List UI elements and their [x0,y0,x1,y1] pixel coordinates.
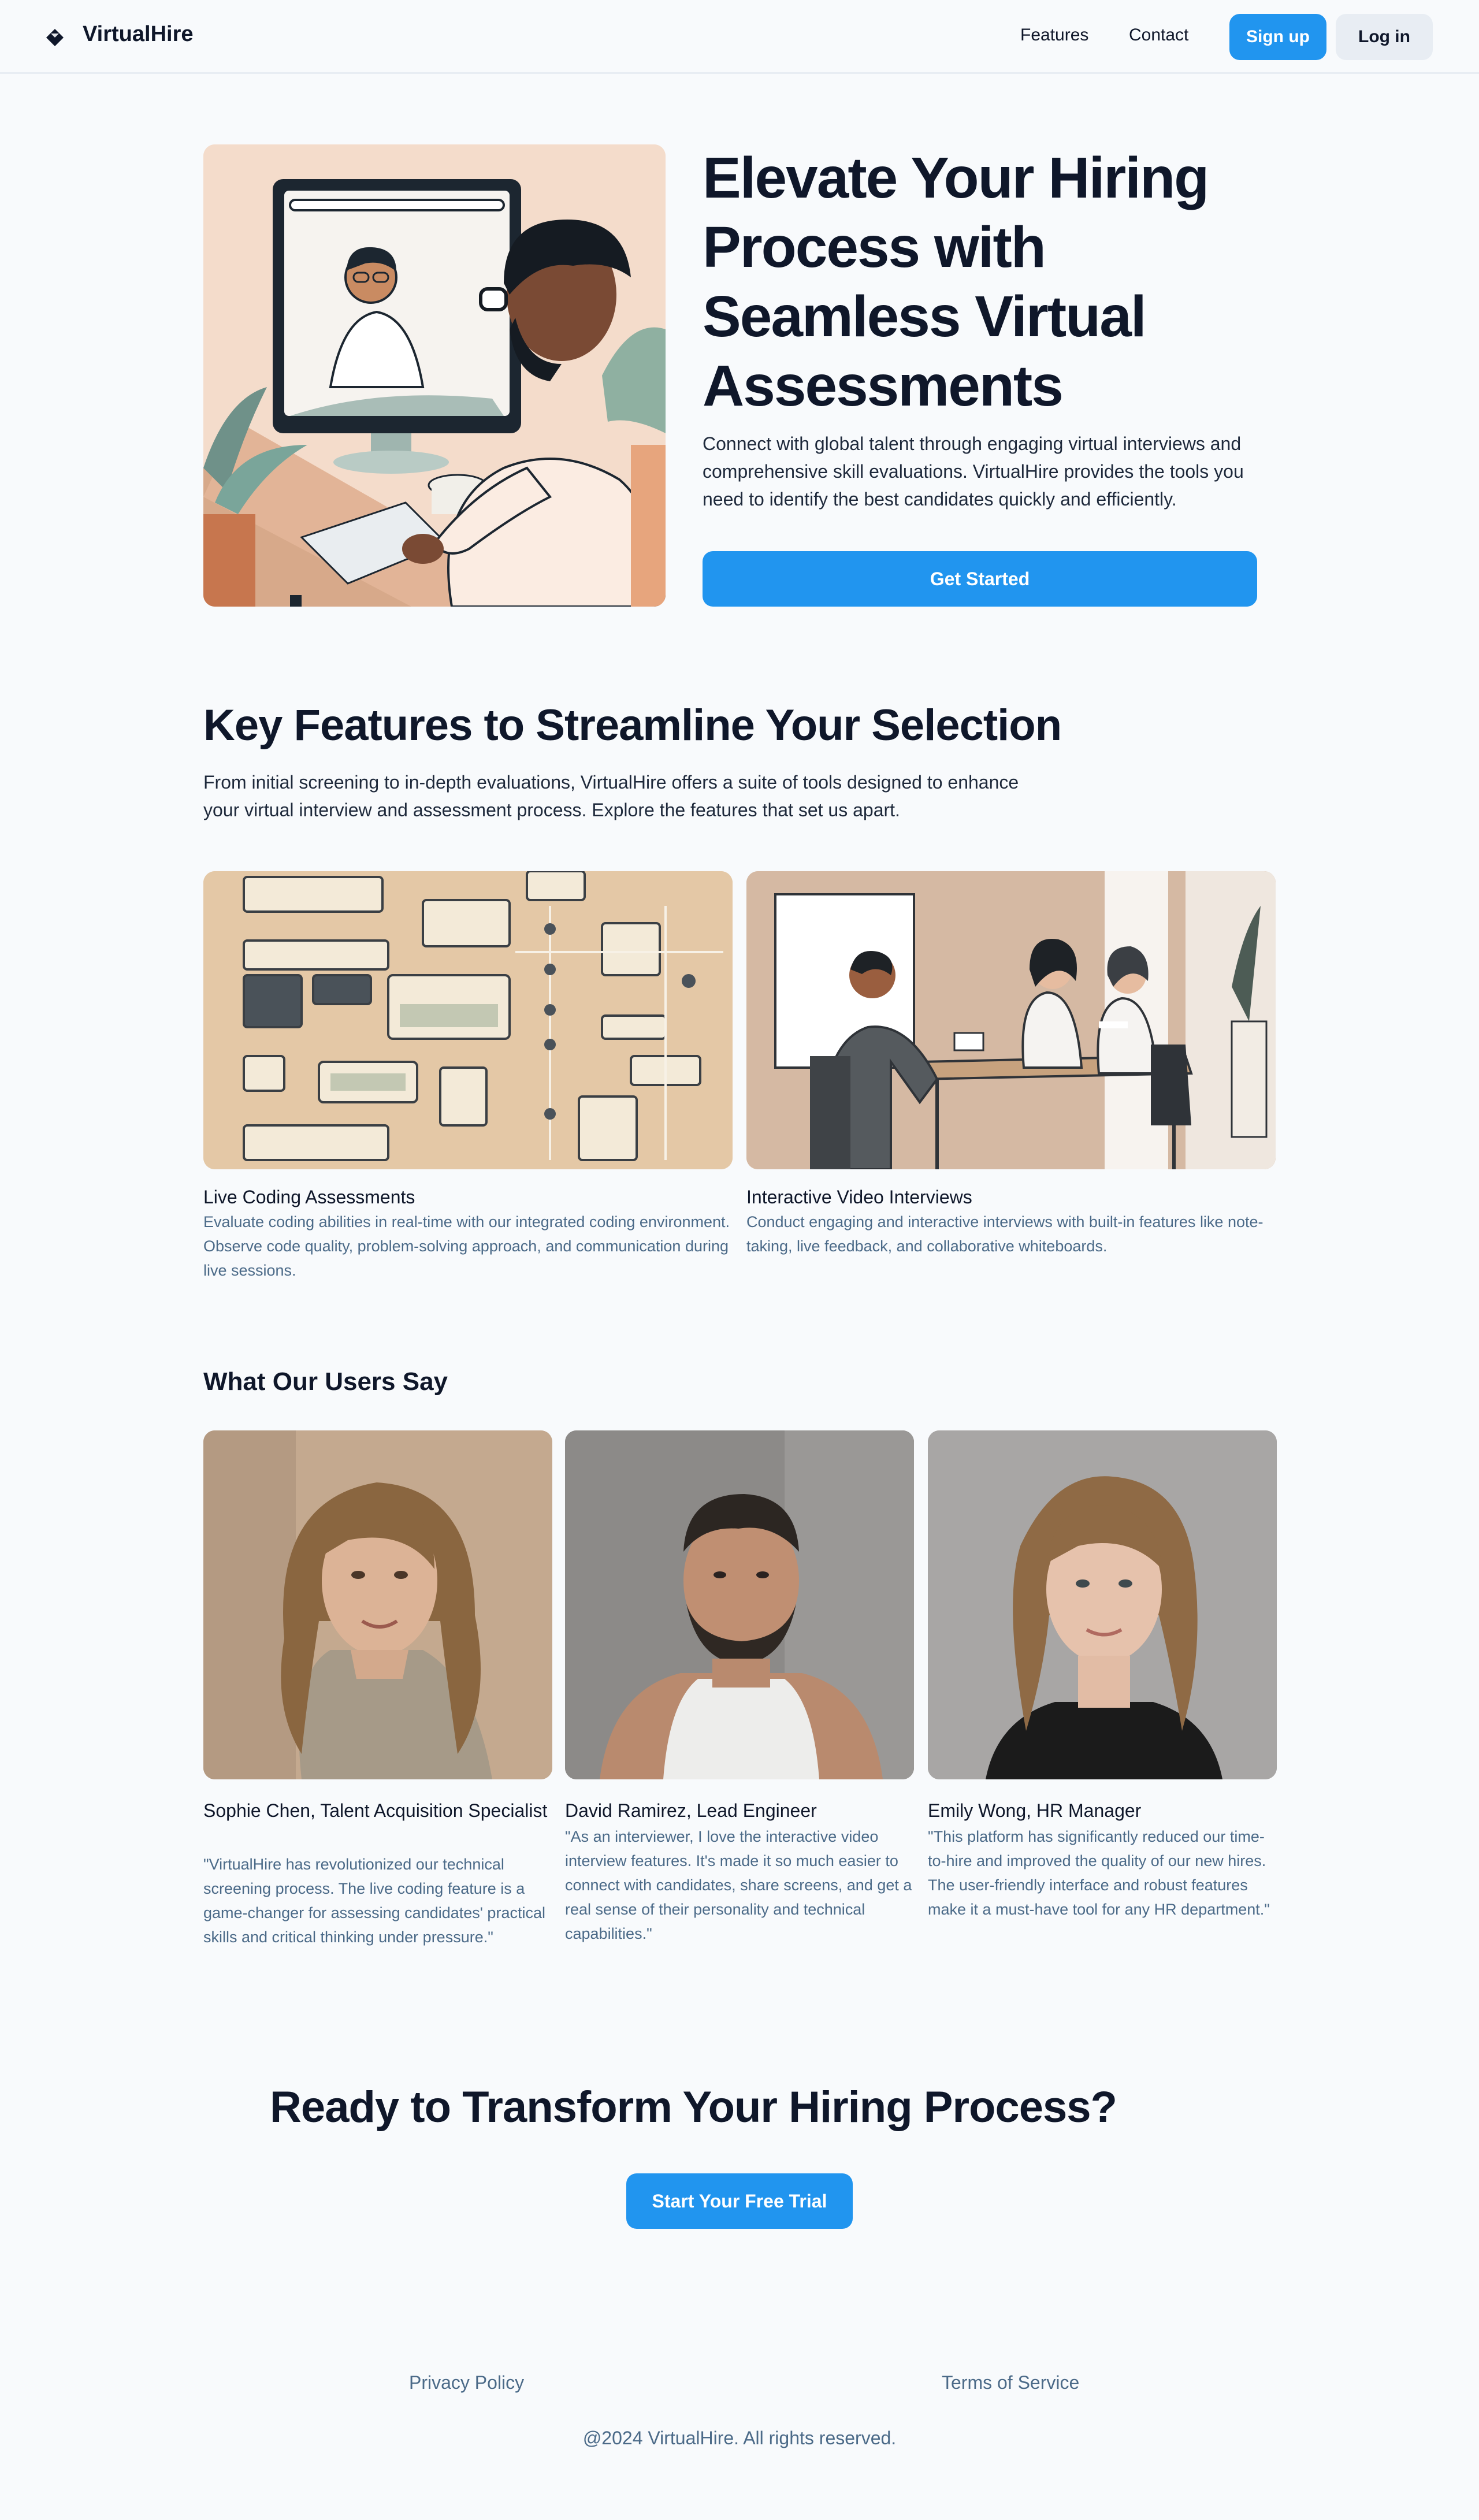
feature-name-live-coding: Live Coding Assessments [203,1187,415,1207]
avatar-david-ramirez [565,1430,914,1779]
feature-text-live-coding: Evaluate coding abilities in real-time w… [203,1213,730,1279]
testimonial-name-emily-wong: Emily Wong, HR Manager [928,1800,1142,1821]
feature-name-video-interviews: Interactive Video Interviews [746,1187,972,1207]
get-started-button[interactable]: Get Started [703,551,1257,607]
cta-section: Ready to Transform Your Hiring Process? [0,2080,1479,2135]
testimonial-name-sophie-chen: Sophie Chen, Talent Acquisition Speciali… [203,1800,548,1821]
avatar-emily-wong [928,1430,1277,1779]
diamond-logo-icon[interactable] [45,28,65,47]
testimonial-quote-sophie-chen: "VirtualHire has revolutionized our tech… [203,1856,545,1946]
copyright-text: @2024 VirtualHire. All rights reserved. [582,2428,897,2448]
hero-description: Connect with global talent through engag… [703,433,1244,510]
features-title: Key Features to Streamline Your Selectio… [203,701,1062,750]
cta-title: Ready to Transform Your Hiring Process? [270,2083,1117,2132]
nav-link-contact[interactable]: Contact [1129,25,1188,45]
nav-link-features[interactable]: Features [1020,25,1088,45]
testimonials-title: What Our Users Say [203,1367,448,1396]
video-interview-illustration [746,871,1276,1169]
features-description: From initial screening to in-depth evalu… [203,772,1019,820]
terms-of-service-link[interactable]: Terms of Service [942,2369,1079,2396]
testimonial-name-david-ramirez: David Ramirez, Lead Engineer [565,1800,817,1821]
testimonial-quote-emily-wong: "This platform has significantly reduced… [928,1828,1270,1918]
feature-text-video-interviews: Conduct engaging and interactive intervi… [746,1213,1264,1255]
avatar-sophie-chen [203,1430,552,1779]
start-free-trial-button[interactable]: Start Your Free Trial [626,2173,853,2229]
login-button[interactable]: Log in [1336,14,1433,60]
site-header: VirtualHire Features Contact Sign up Log… [0,0,1479,74]
privacy-policy-link[interactable]: Privacy Policy [409,2369,524,2396]
hero-illustration [203,144,666,607]
testimonial-quote-david-ramirez: "As an interviewer, I love the interacti… [565,1828,912,1942]
signup-button[interactable]: Sign up [1229,14,1326,60]
brand-name[interactable]: VirtualHire [83,22,193,47]
live-coding-illustration [203,871,733,1169]
hero-title: Elevate Your Hiring Process with Seamles… [703,146,1209,418]
